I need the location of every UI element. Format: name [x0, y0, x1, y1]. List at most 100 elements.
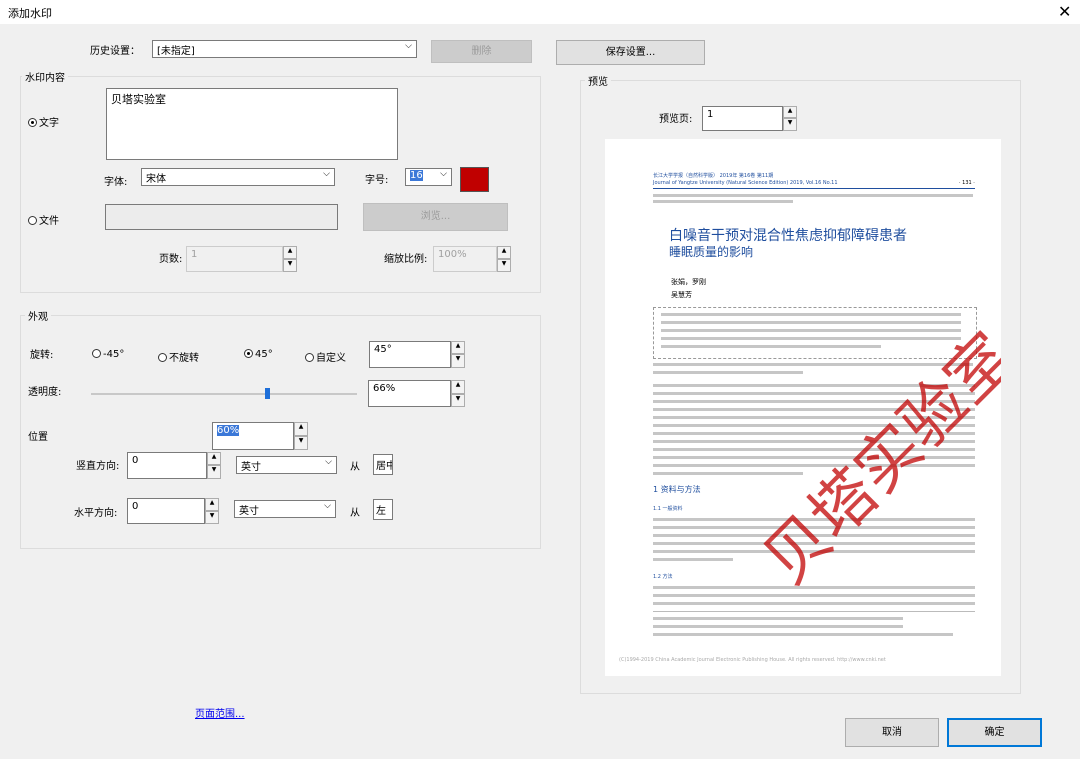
spin-down-icon[interactable]: ▼	[294, 436, 308, 450]
spin-down-icon[interactable]: ▼	[451, 394, 465, 407]
position-label: 位置	[28, 432, 48, 443]
journal-header: 长江大学学报（自然科学版） 2019年 第16卷 第11期	[653, 173, 774, 179]
rotation-option-45[interactable]: 45°	[244, 349, 273, 360]
watermark-text-area[interactable]: 贝塔实验室	[106, 88, 398, 160]
spin-down-icon[interactable]: ▼	[283, 259, 297, 272]
spin-up-icon[interactable]: ▲	[451, 341, 465, 354]
vertical-unit-select[interactable]: 英寸 ⌵	[236, 456, 337, 474]
history-select-value: [未指定]	[157, 46, 195, 57]
spin-down-icon[interactable]: ▼	[497, 259, 511, 272]
preview-document: 长江大学学报（自然科学版） 2019年 第16卷 第11期 Journal of…	[605, 139, 1001, 676]
size-select-value: 16	[410, 170, 423, 181]
doc-title-line1: 白噪音干预对混合性焦虑抑郁障碍患者	[669, 228, 907, 244]
opacity-slider-thumb[interactable]	[264, 388, 270, 399]
chevron-down-icon: ⌵	[323, 169, 330, 179]
vertical-from-label: 从	[350, 462, 360, 473]
rotation-field[interactable]: 45°	[369, 341, 451, 368]
page-count-field[interactable]: 1	[186, 246, 283, 272]
appearance-title: 外观	[25, 308, 51, 323]
header-rule	[653, 188, 975, 189]
rotation-option-none[interactable]: 不旋转	[158, 349, 199, 364]
opacity-label: 透明度:	[28, 387, 62, 398]
rotation-label: 旋转:	[30, 350, 54, 361]
spin-up-icon[interactable]: ▲	[783, 106, 797, 118]
radio-icon	[92, 349, 101, 358]
dialog-title: 添加水印	[8, 7, 52, 20]
spin-up-icon[interactable]: ▲	[283, 246, 297, 259]
vertical-anchor-select[interactable]: 居中	[373, 454, 393, 475]
doc-footer: (C)1994-2019 China Academic Journal Elec…	[619, 657, 886, 663]
ok-button[interactable]: 确定	[947, 718, 1042, 747]
chevron-down-icon: ⌵	[440, 169, 447, 179]
rotation-option-custom[interactable]: 自定义	[305, 349, 346, 364]
size-select[interactable]: 16 ⌵	[405, 168, 452, 186]
floating-value-text: 60%	[217, 425, 240, 436]
chevron-down-icon: ⌵	[325, 457, 332, 467]
browse-button[interactable]: 浏览...	[363, 203, 508, 231]
page-number: · 131 ·	[959, 180, 975, 186]
floating-value-field[interactable]: 60%	[212, 422, 294, 450]
opacity-field[interactable]: 66%	[368, 380, 451, 407]
file-option-radio[interactable]: 文件	[28, 212, 59, 227]
radio-icon	[244, 349, 253, 358]
horizontal-from-label: 从	[350, 508, 360, 519]
save-settings-button[interactable]: 保存设置...	[556, 40, 705, 65]
rotation-option-label: 45°	[255, 349, 273, 360]
horizontal-label: 水平方向:	[74, 508, 118, 519]
subsection-1-2: 1.2 方法	[653, 574, 673, 580]
radio-icon	[28, 118, 37, 127]
text-option-radio[interactable]: 文字	[28, 114, 59, 129]
size-label: 字号:	[365, 175, 389, 186]
preview-page-field[interactable]: 1	[702, 106, 783, 131]
scale-field[interactable]: 100%	[433, 246, 497, 272]
rotation-option-label: -45°	[103, 349, 125, 360]
file-path-field[interactable]	[105, 204, 338, 230]
close-icon[interactable]: ✕	[1058, 2, 1071, 21]
doc-authors: 张娟，罗刚	[671, 278, 706, 286]
spin-down-icon[interactable]: ▼	[783, 118, 797, 131]
spin-up-icon[interactable]: ▲	[294, 422, 308, 436]
cancel-button[interactable]: 取消	[845, 718, 939, 747]
doc-title-line2: 睡眠质量的影响	[669, 245, 754, 259]
delete-button[interactable]: 删除	[431, 40, 532, 63]
opacity-slider-track[interactable]	[91, 393, 357, 395]
spin-up-icon[interactable]: ▲	[497, 246, 511, 259]
spin-down-icon[interactable]: ▼	[205, 511, 219, 524]
vertical-field[interactable]: 0	[127, 452, 207, 479]
color-swatch-button[interactable]	[460, 167, 489, 192]
radio-icon	[305, 353, 314, 362]
horizontal-field[interactable]: 0	[127, 498, 205, 524]
horizontal-anchor-select[interactable]: 左	[373, 499, 393, 520]
page-range-link[interactable]: 页面范围...	[195, 705, 245, 720]
scale-label: 缩放比例:	[384, 254, 428, 265]
chevron-down-icon: ⌵	[324, 501, 331, 511]
horizontal-unit-select[interactable]: 英寸 ⌵	[234, 500, 336, 518]
vertical-label: 竖直方向:	[76, 461, 120, 472]
font-select[interactable]: 宋体 ⌵	[141, 168, 335, 186]
page-count-label: 页数:	[159, 254, 183, 265]
history-select[interactable]: [未指定] ⌵	[152, 40, 417, 58]
preview-page-label: 预览页:	[659, 114, 693, 125]
spin-up-icon[interactable]: ▲	[205, 498, 219, 511]
journal-header-en: Journal of Yangtze University (Natural S…	[653, 180, 838, 186]
rotation-option-label: 自定义	[316, 353, 346, 364]
doc-author2: 吴慧芳	[671, 291, 692, 299]
watermark-content-title: 水印内容	[22, 69, 68, 84]
subsection-1-1: 1.1 一般资料	[653, 506, 683, 512]
rotation-option-label: 不旋转	[169, 353, 199, 364]
font-select-value: 宋体	[146, 174, 166, 185]
section-1-heading: 1 资料与方法	[653, 485, 701, 494]
spin-up-icon[interactable]: ▲	[207, 452, 221, 465]
spin-down-icon[interactable]: ▼	[451, 354, 465, 368]
radio-icon	[158, 353, 167, 362]
font-label: 字体:	[104, 177, 128, 188]
footnote-rule	[653, 611, 975, 612]
spin-up-icon[interactable]: ▲	[451, 380, 465, 394]
chevron-down-icon: ⌵	[405, 41, 412, 51]
history-label: 历史设置：	[90, 46, 140, 57]
spin-down-icon[interactable]: ▼	[207, 465, 221, 479]
rotation-option-minus45[interactable]: -45°	[92, 349, 124, 360]
horizontal-unit-value: 英寸	[239, 506, 259, 517]
preview-title: 预览	[585, 73, 611, 88]
title-bar	[0, 0, 1080, 24]
